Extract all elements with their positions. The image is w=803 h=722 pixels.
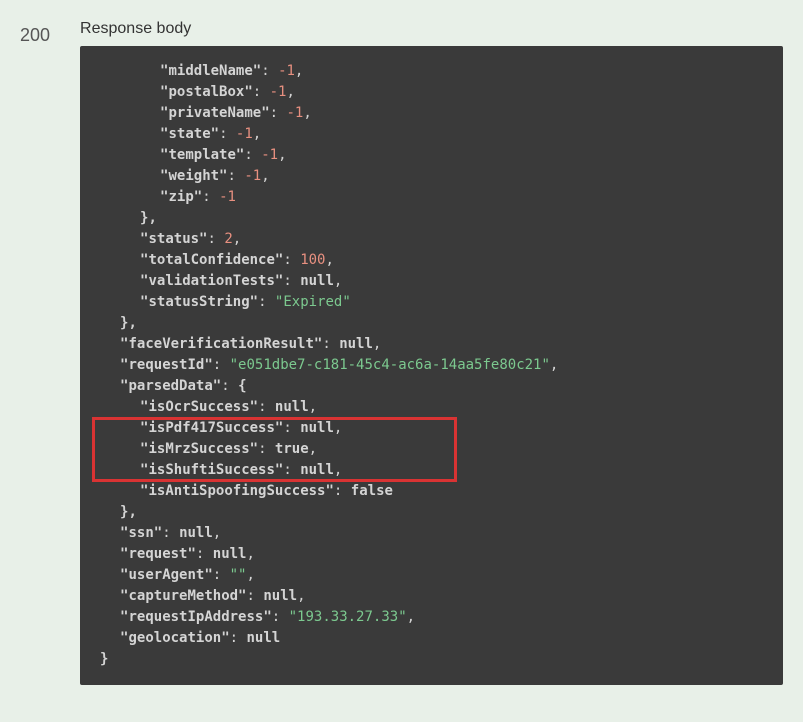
json-line: "parsedData": { [100, 376, 763, 397]
json-line: "request": null, [100, 544, 763, 565]
json-code-block[interactable]: "middleName": -1, "postalBox": -1, "priv… [80, 46, 783, 685]
json-line: "userAgent": "", [100, 565, 763, 586]
json-line: "isMrzSuccess": true, [100, 439, 763, 460]
json-line: "postalBox": -1, [100, 82, 763, 103]
json-line: "isPdf417Success": null, [100, 418, 763, 439]
json-line: }, [100, 208, 763, 229]
json-line: "captureMethod": null, [100, 586, 763, 607]
main-container: 200 Response body "middleName": -1, "pos… [20, 20, 783, 685]
json-line: "weight": -1, [100, 166, 763, 187]
json-line: "isOcrSuccess": null, [100, 397, 763, 418]
json-line: "statusString": "Expired" [100, 292, 763, 313]
response-section: Response body "middleName": -1, "postalB… [80, 20, 783, 685]
json-line: "validationTests": null, [100, 271, 763, 292]
json-line: "totalConfidence": 100, [100, 250, 763, 271]
http-status-code: 200 [20, 20, 50, 685]
json-line: "status": 2, [100, 229, 763, 250]
json-line: }, [100, 313, 763, 334]
json-line: "ssn": null, [100, 523, 763, 544]
json-line: "privateName": -1, [100, 103, 763, 124]
json-line: "isAntiSpoofingSuccess": false [100, 481, 763, 502]
json-line: "zip": -1 [100, 187, 763, 208]
json-line: "template": -1, [100, 145, 763, 166]
json-line: "middleName": -1, [100, 61, 763, 82]
json-line: "isShuftiSuccess": null, [100, 460, 763, 481]
json-line: "faceVerificationResult": null, [100, 334, 763, 355]
json-line: }, [100, 502, 763, 523]
json-line: } [100, 649, 763, 670]
response-body-label: Response body [80, 20, 783, 38]
json-line: "requestId": "e051dbe7-c181-45c4-ac6a-14… [100, 355, 763, 376]
json-line: "requestIpAddress": "193.33.27.33", [100, 607, 763, 628]
json-line: "state": -1, [100, 124, 763, 145]
json-line: "geolocation": null [100, 628, 763, 649]
